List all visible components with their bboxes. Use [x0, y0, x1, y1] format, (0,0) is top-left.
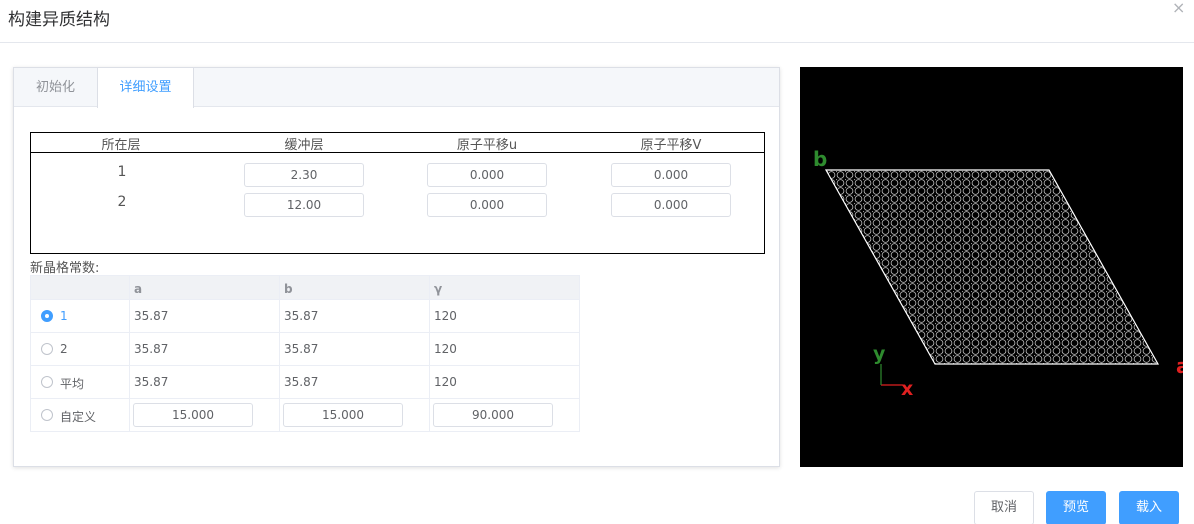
- radio-label[interactable]: 1: [60, 309, 68, 323]
- column-divider: [279, 366, 280, 398]
- custom-b-input[interactable]: [283, 403, 403, 427]
- header-layer: 所在层: [101, 138, 141, 153]
- lattice-table-header: a b γ: [31, 276, 579, 300]
- lattice-row[interactable]: 自定义: [31, 399, 579, 432]
- lattice-table: a b γ 1 35.87 35.87 120 2 35.87 35.87 12…: [30, 275, 580, 432]
- column-divider: [129, 276, 130, 299]
- column-divider: [129, 399, 130, 432]
- structure-canvas[interactable]: [800, 67, 1183, 467]
- axis-a-label: a: [1176, 354, 1183, 378]
- custom-gamma-input[interactable]: [433, 403, 553, 427]
- lattice-a-value: 35.87: [134, 375, 169, 389]
- column-divider: [279, 333, 280, 365]
- cancel-button[interactable]: 取消: [974, 491, 1034, 524]
- preview-button[interactable]: 预览: [1046, 491, 1106, 524]
- lattice-gamma-value: 120: [434, 375, 457, 389]
- layer-table-header: 所在层 缓冲层 原子平移u 原子平移V: [31, 133, 764, 153]
- radio-label[interactable]: 平均: [60, 375, 84, 392]
- structure-viewer[interactable]: b a y x: [800, 67, 1183, 467]
- buffer-input-layer-2[interactable]: [244, 193, 364, 217]
- column-divider: [279, 300, 280, 332]
- lattice-b-value: 35.87: [284, 309, 319, 323]
- column-divider: [429, 333, 430, 365]
- atom-lattice: [826, 170, 1158, 364]
- close-icon[interactable]: ×: [1172, 0, 1185, 17]
- lattice-gamma-value: 120: [434, 342, 457, 356]
- lattice-row[interactable]: 平均 35.87 35.87 120: [31, 366, 579, 399]
- lattice-a-value: 35.87: [134, 342, 169, 356]
- column-divider: [279, 276, 280, 299]
- lattice-b-value: 35.87: [284, 375, 319, 389]
- tab-bar: 初始化 详细设置: [14, 68, 779, 108]
- column-divider: [129, 300, 130, 332]
- header-a: a: [134, 282, 143, 296]
- column-divider: [429, 300, 430, 332]
- load-button[interactable]: 载入: [1119, 491, 1179, 524]
- column-divider: [429, 399, 430, 432]
- header-b: b: [284, 282, 293, 296]
- tab-initialize[interactable]: 初始化: [14, 68, 97, 108]
- lattice-b-value: 35.87: [284, 342, 319, 356]
- lattice-constants-label: 新晶格常数:: [30, 261, 100, 276]
- radio-label[interactable]: 自定义: [60, 408, 96, 425]
- radio-button[interactable]: [41, 343, 53, 355]
- radio-label[interactable]: 2: [60, 342, 68, 356]
- header-gamma: γ: [434, 282, 443, 296]
- layer-table: 所在层 缓冲层 原子平移u 原子平移V 1 2: [30, 132, 765, 254]
- layer-number: 1: [117, 164, 127, 180]
- column-divider: [279, 399, 280, 432]
- tab-detail-settings[interactable]: 详细设置: [97, 68, 194, 108]
- radio-button[interactable]: [41, 409, 53, 421]
- layer-number: 2: [117, 194, 127, 210]
- radio-button[interactable]: [41, 310, 53, 322]
- header-buffer: 缓冲层: [284, 138, 324, 153]
- shift-u-input-layer-1[interactable]: [427, 163, 547, 187]
- column-divider: [129, 333, 130, 365]
- column-divider: [429, 276, 430, 299]
- settings-panel: 初始化 详细设置 所在层 缓冲层 原子平移u 原子平移V 1 2 新晶格常数: …: [13, 67, 780, 467]
- shift-u-input-layer-2[interactable]: [427, 193, 547, 217]
- buffer-input-layer-1[interactable]: [244, 163, 364, 187]
- lattice-row[interactable]: 2 35.87 35.87 120: [31, 333, 579, 366]
- axis-y-label: y: [873, 343, 886, 365]
- lattice-gamma-value: 120: [434, 309, 457, 323]
- header-shift-v: 原子平移V: [640, 138, 702, 153]
- radio-button[interactable]: [41, 376, 53, 388]
- shift-v-input-layer-1[interactable]: [611, 163, 731, 187]
- custom-a-input[interactable]: [133, 403, 253, 427]
- header-shift-u: 原子平移u: [456, 138, 518, 153]
- shift-v-input-layer-2[interactable]: [611, 193, 731, 217]
- column-divider: [129, 366, 130, 398]
- header-divider: [0, 42, 1194, 43]
- axis-x-label: x: [901, 378, 914, 400]
- axis-b-label: b: [813, 147, 828, 171]
- dialog-title: 构建异质结构: [8, 10, 110, 30]
- lattice-row[interactable]: 1 35.87 35.87 120: [31, 300, 579, 333]
- lattice-a-value: 35.87: [134, 309, 169, 323]
- column-divider: [429, 366, 430, 398]
